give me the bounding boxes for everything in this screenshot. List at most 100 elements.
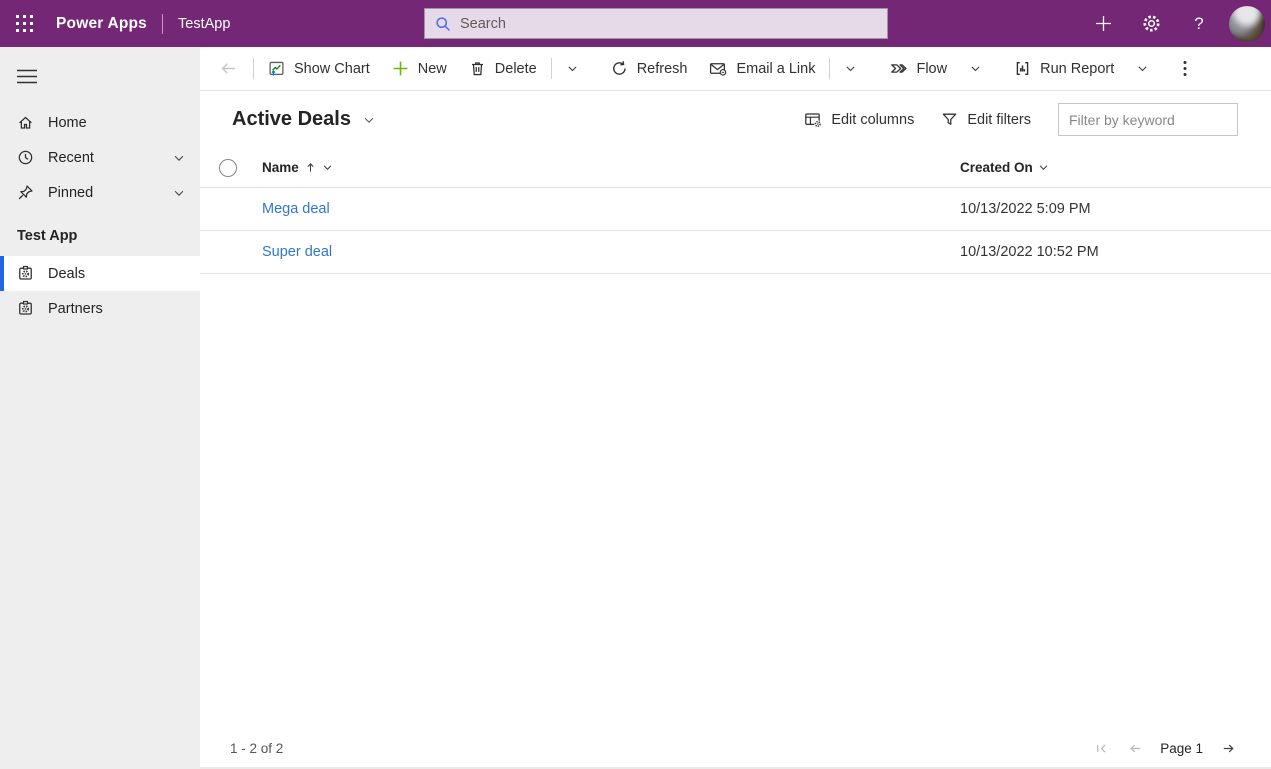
- grid-header: Name Created On: [200, 148, 1271, 188]
- topbar-actions: ?: [1079, 0, 1271, 47]
- chevron-down-icon[interactable]: [172, 186, 186, 200]
- sidebar-item-recent[interactable]: Recent: [0, 140, 200, 175]
- app-name: TestApp: [178, 15, 231, 32]
- next-page-icon[interactable]: [1215, 735, 1241, 761]
- recent-icon: [18, 150, 33, 165]
- refresh-button[interactable]: Refresh: [600, 47, 699, 90]
- page-indicator: Page 1: [1160, 740, 1203, 756]
- new-icon: [393, 61, 408, 76]
- sidebar-item-label: Recent: [48, 149, 94, 166]
- search-input[interactable]: [460, 15, 877, 32]
- show-chart-button[interactable]: Show Chart: [257, 47, 381, 90]
- email-link-button[interactable]: Email a Link: [698, 47, 826, 90]
- new-label: New: [417, 60, 447, 77]
- sidebar: Home Recent Pinned Test App Deals Partne…: [0, 47, 200, 769]
- column-header-name[interactable]: Name: [262, 160, 960, 175]
- sidebar-item-partners[interactable]: Partners: [0, 291, 200, 326]
- chevron-down-icon[interactable]: [1038, 162, 1049, 173]
- help-icon[interactable]: ?: [1175, 0, 1223, 47]
- run-report-label: Run Report: [1040, 60, 1115, 77]
- sidebar-item-home[interactable]: Home: [0, 105, 200, 140]
- flow-chevron-icon[interactable]: [958, 47, 993, 90]
- row-name-cell: Super deal: [262, 244, 960, 260]
- sidebar-section-title: Test App: [17, 228, 78, 244]
- sidebar-item-label: Partners: [48, 300, 103, 317]
- grid-footer: 1 - 2 of 2 Page 1: [200, 729, 1271, 769]
- sidebar-item-deals[interactable]: Deals: [0, 256, 200, 291]
- flow-button[interactable]: Flow: [878, 47, 958, 90]
- pagination: Page 1: [1088, 735, 1241, 761]
- record-range: 1 - 2 of 2: [230, 740, 284, 756]
- back-button[interactable]: [206, 47, 250, 90]
- avatar: [1229, 5, 1265, 42]
- edit-columns-icon: [805, 113, 822, 128]
- entity-icon: [19, 300, 32, 315]
- first-page-icon[interactable]: [1088, 735, 1114, 761]
- table-row[interactable]: Mega deal 10/13/2022 5:09 PM: [200, 188, 1271, 231]
- help-glyph: ?: [1194, 13, 1204, 33]
- global-search[interactable]: [424, 8, 888, 39]
- sidebar-item-pinned[interactable]: Pinned: [0, 175, 200, 210]
- edit-columns-label: Edit columns: [831, 111, 915, 128]
- row-created-cell: 10/13/2022 5:09 PM: [960, 201, 1091, 217]
- filter-keyword-input[interactable]: [1058, 103, 1238, 136]
- topbar: Power Apps TestApp ?: [0, 0, 1271, 47]
- edit-filters-icon: [943, 113, 957, 125]
- overflow-icon[interactable]: [1168, 47, 1202, 90]
- table-row[interactable]: Super deal 10/13/2022 10:52 PM: [200, 231, 1271, 274]
- run-report-icon: [1016, 61, 1029, 76]
- select-all-checkbox[interactable]: [219, 158, 237, 177]
- topbar-divider: [162, 13, 163, 34]
- edit-filters-button[interactable]: Edit filters: [941, 111, 1031, 128]
- sidebar-item-label: Pinned: [48, 184, 94, 201]
- hamburger-icon[interactable]: [0, 47, 200, 91]
- chevron-down-icon[interactable]: [172, 151, 186, 165]
- new-button[interactable]: New: [381, 47, 458, 90]
- home-icon: [19, 116, 32, 129]
- grid-empty-area: [200, 274, 1271, 729]
- command-divider: [829, 58, 831, 79]
- settings-icon[interactable]: [1127, 0, 1175, 47]
- pinned-icon: [18, 185, 33, 200]
- prev-page-icon[interactable]: [1122, 735, 1148, 761]
- column-label: Created On: [960, 160, 1033, 175]
- record-link[interactable]: Super deal: [262, 244, 332, 260]
- refresh-icon: [612, 61, 626, 75]
- delete-label: Delete: [494, 60, 537, 77]
- view-selector[interactable]: Active Deals: [232, 108, 376, 131]
- column-header-created-on[interactable]: Created On: [960, 160, 1271, 175]
- flow-icon: [891, 64, 908, 73]
- sort-asc-icon: [304, 161, 317, 174]
- select-all-cell: [200, 158, 262, 177]
- view-actions: Edit columns Edit filters: [804, 103, 1238, 136]
- page-title: Active Deals: [232, 108, 351, 130]
- sidebar-nav: Home Recent Pinned: [0, 105, 200, 210]
- command-bar: Show Chart New Delete Refresh Email a Li…: [200, 47, 1271, 91]
- show-chart-label: Show Chart: [294, 60, 370, 77]
- email-split-chevron-icon[interactable]: [833, 47, 868, 90]
- row-created-cell: 10/13/2022 10:52 PM: [960, 244, 1099, 260]
- row-name-cell: Mega deal: [262, 201, 960, 217]
- sidebar-item-label: Home: [48, 114, 87, 131]
- waffle-icon-glyph: [15, 15, 33, 32]
- refresh-label: Refresh: [636, 60, 688, 77]
- waffle-icon[interactable]: [0, 0, 48, 47]
- chevron-down-icon: [364, 117, 374, 123]
- view-header: Active Deals Edit columns Edit filters F…: [200, 91, 1271, 148]
- record-link[interactable]: Mega deal: [262, 201, 330, 217]
- run-report-button[interactable]: Run Report: [1003, 47, 1125, 90]
- chevron-down-icon[interactable]: [322, 162, 333, 173]
- delete-split-chevron-icon[interactable]: [555, 47, 590, 90]
- delete-button[interactable]: Delete: [458, 47, 548, 90]
- search-icon: [436, 16, 450, 31]
- brand-title[interactable]: Power Apps: [56, 15, 147, 33]
- add-icon[interactable]: [1079, 0, 1127, 47]
- account-button[interactable]: [1223, 0, 1271, 47]
- run-report-chevron-icon[interactable]: [1125, 47, 1160, 90]
- show-chart-icon: [269, 61, 284, 76]
- entity-icon: [19, 265, 32, 280]
- edit-columns-button[interactable]: Edit columns: [804, 111, 914, 128]
- delete-icon: [471, 62, 483, 76]
- flow-label: Flow: [916, 60, 948, 77]
- email-link-icon: [710, 63, 727, 76]
